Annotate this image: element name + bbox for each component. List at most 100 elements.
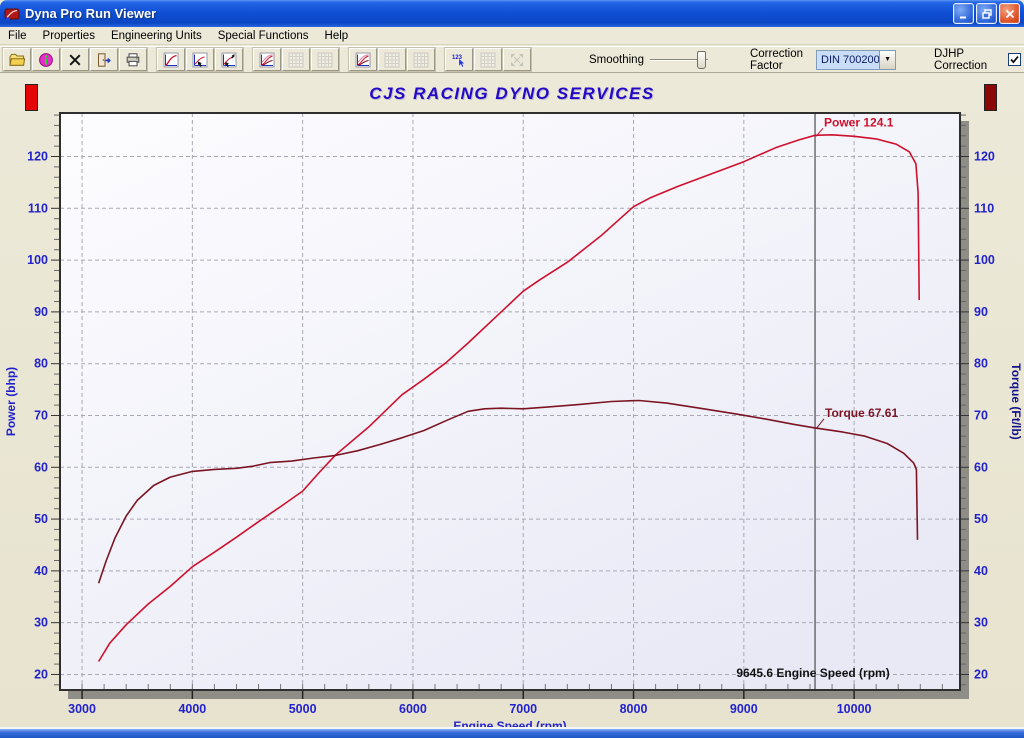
y-tick-label-left: 70 <box>34 408 48 422</box>
y-tick-label-left: 90 <box>34 305 48 319</box>
djhp-correction-control: DJHP Correction <box>934 48 1021 72</box>
y-tick-label-right: 110 <box>974 201 994 215</box>
correction-factor-select[interactable]: DIN 700200 ▼ <box>816 50 896 70</box>
y-tick-label-right: 60 <box>974 460 988 474</box>
grid-icon <box>288 52 304 68</box>
dropdown-arrow-icon[interactable]: ▼ <box>879 51 895 69</box>
y-axis-title-left: Power (bhp) <box>4 367 18 436</box>
toolbar: 123 Smoothing Correction Factor DIN 7002… <box>0 46 1024 73</box>
smoothing-control: Smoothing <box>589 50 716 70</box>
y-tick-label-right: 100 <box>974 253 995 267</box>
delete-run-button[interactable] <box>61 48 89 71</box>
y-tick-label-left: 110 <box>28 201 48 215</box>
compare-table-1-button <box>378 48 406 71</box>
torque-color-swatch <box>984 84 997 111</box>
menu-help[interactable]: Help <box>317 28 357 44</box>
title-bar: Dyna Pro Run Viewer <box>0 0 1024 27</box>
y-tick-label-right: 20 <box>974 667 988 681</box>
close-icon <box>1004 8 1016 20</box>
x-tick-label: 3000 <box>68 702 96 716</box>
y-tick-label-right: 50 <box>974 512 988 526</box>
correction-factor-control: Correction Factor DIN 700200 ▼ <box>750 48 896 72</box>
djhp-correction-checkbox[interactable] <box>1008 53 1021 66</box>
x-tick-label: 7000 <box>509 702 537 716</box>
minimize-icon <box>958 8 970 20</box>
power-value-label: Power 124.1 <box>824 115 894 129</box>
x-tick-label: 10000 <box>837 702 872 716</box>
torque-value-label: Torque 67.61 <box>825 406 898 420</box>
power-color-swatch <box>25 84 38 111</box>
print-button[interactable] <box>119 48 147 71</box>
chart-arrow-right-icon <box>192 52 208 68</box>
view-graph-button[interactable] <box>157 48 185 71</box>
values-table-button <box>474 48 502 71</box>
y-tick-label-left: 20 <box>34 667 48 681</box>
compare-graph-button[interactable] <box>349 48 377 71</box>
exit-door-icon <box>96 52 112 68</box>
y-tick-label-left: 40 <box>34 564 48 578</box>
y-tick-label-left: 30 <box>34 616 48 630</box>
run-info-button[interactable] <box>32 48 60 71</box>
menu-bar: FilePropertiesEngineering UnitsSpecial F… <box>0 27 1024 45</box>
graph-run-back-button[interactable] <box>186 48 214 71</box>
folder-icon <box>9 52 25 68</box>
x-axis-title: Engine Speed (rpm) <box>453 719 566 727</box>
menu-file[interactable]: File <box>0 28 35 44</box>
chart-area: 3000400050006000700080009000100002020303… <box>0 73 1024 727</box>
y-tick-label-left: 60 <box>34 460 48 474</box>
toolbar-group <box>253 48 340 71</box>
data-table-2-button <box>311 48 339 71</box>
chart-multi-icon <box>355 52 371 68</box>
y-tick-label-right: 30 <box>974 616 988 630</box>
printer-icon <box>125 52 141 68</box>
data-table-1-button <box>282 48 310 71</box>
delete-x-icon <box>67 52 83 68</box>
grid-icon <box>480 52 496 68</box>
cursor-rpm-label: 9645.6 Engine Speed (rpm) <box>736 666 889 680</box>
dyno-chart: 3000400050006000700080009000100002020303… <box>0 73 1024 727</box>
graph-run-forward-button[interactable] <box>215 48 243 71</box>
info-icon <box>38 52 54 68</box>
app-window: Dyna Pro Run Viewer FilePropertiesEngine… <box>0 0 1024 738</box>
window-title: Dyna Pro Run Viewer <box>25 6 951 21</box>
y-tick-label-right: 120 <box>974 150 995 164</box>
y-tick-label-right: 40 <box>974 564 988 578</box>
smoothing-slider[interactable] <box>650 50 716 70</box>
menu-engineering-units[interactable]: Engineering Units <box>103 28 210 44</box>
correction-factor-value: DIN 700200 <box>817 51 879 69</box>
compare-table-2-button <box>407 48 435 71</box>
grid-icon <box>317 52 333 68</box>
open-run-button[interactable] <box>3 48 31 71</box>
y-tick-label-right: 70 <box>974 408 988 422</box>
cursor-values-button[interactable]: 123 <box>445 48 473 71</box>
y-tick-label-right: 80 <box>974 357 988 371</box>
chart-curve-icon <box>163 52 179 68</box>
smoothing-slider-thumb[interactable] <box>697 51 706 69</box>
app-icon <box>4 6 20 22</box>
exit-button[interactable] <box>90 48 118 71</box>
toolbar-group <box>157 48 244 71</box>
minimize-button[interactable] <box>953 3 974 24</box>
restore-button[interactable] <box>976 3 997 24</box>
x-tick-label: 9000 <box>730 702 758 716</box>
chart-title: CJS RACING DYNO SERVICES <box>0 84 1024 104</box>
y-tick-label-left: 50 <box>34 512 48 526</box>
x-tick-label: 5000 <box>289 702 317 716</box>
x-tick-label: 8000 <box>620 702 648 716</box>
menu-properties[interactable]: Properties <box>35 28 103 44</box>
y-tick-label-right: 90 <box>974 305 988 319</box>
correction-factor-label: Correction Factor <box>750 48 810 72</box>
menu-special-functions[interactable]: Special Functions <box>210 28 317 44</box>
djhp-correction-label: DJHP Correction <box>934 48 1003 72</box>
overlay-graph-button[interactable] <box>253 48 281 71</box>
grid-icon <box>384 52 400 68</box>
y-axis-title-right: Torque (Ft/lb) <box>1009 363 1023 439</box>
close-button[interactable] <box>999 3 1020 24</box>
grid-icon <box>413 52 429 68</box>
chart-arrow-both-icon <box>221 52 237 68</box>
chart-multi-icon <box>259 52 275 68</box>
y-tick-label-left: 80 <box>34 357 48 371</box>
toolbar-group <box>349 48 436 71</box>
plot-background <box>60 113 960 690</box>
checkmark-icon <box>1009 54 1020 65</box>
